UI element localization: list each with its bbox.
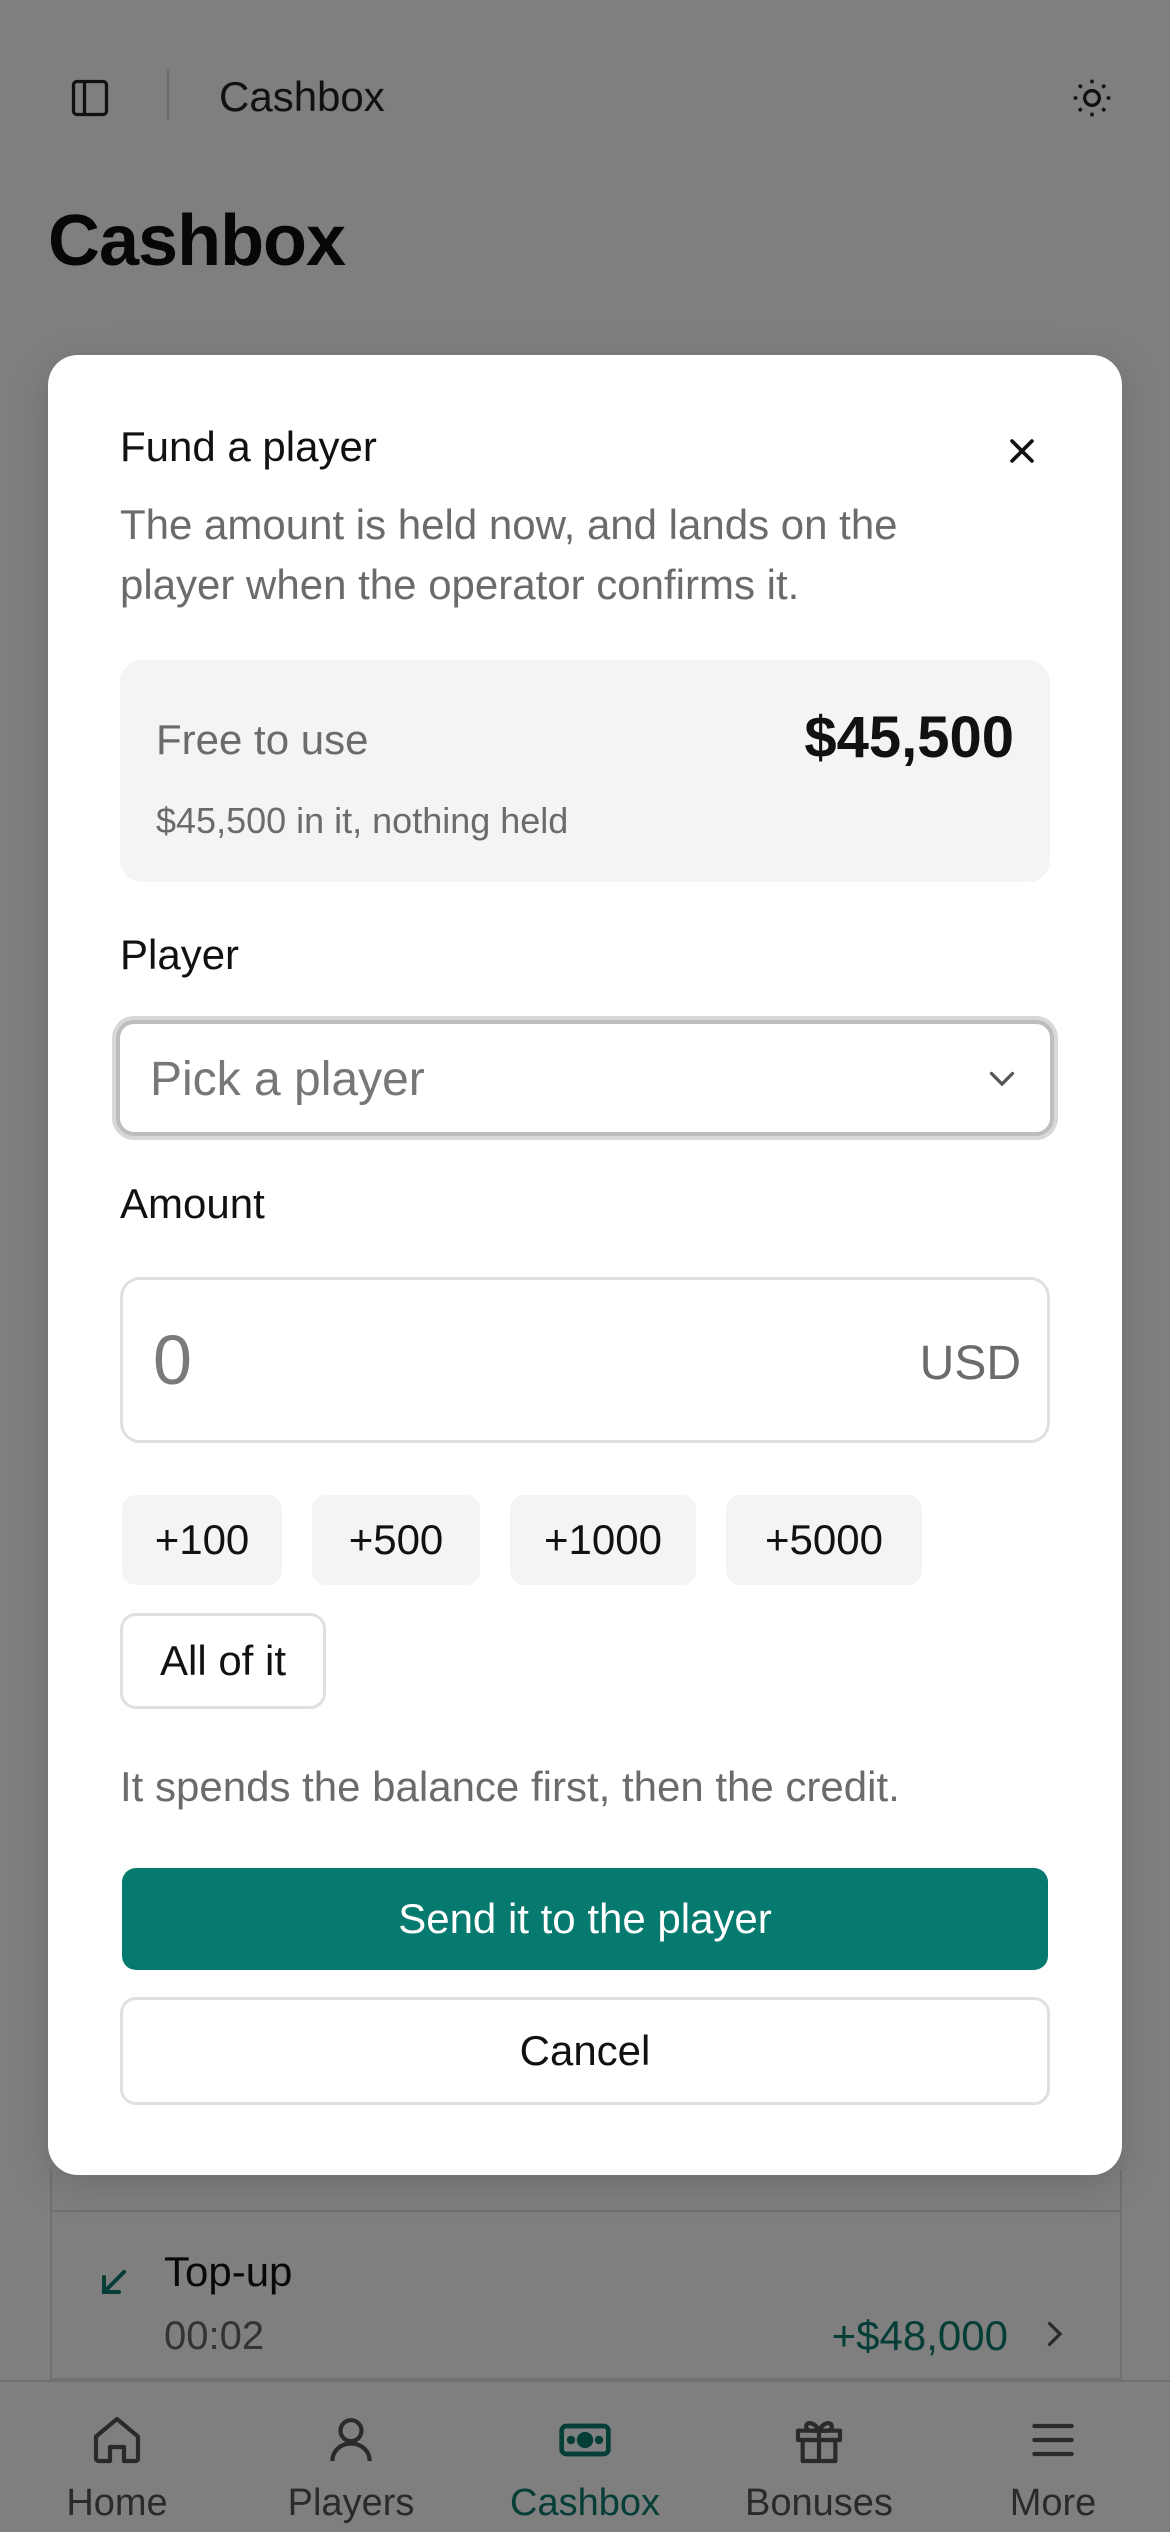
balance-label: Free to use — [156, 716, 369, 763]
balance-subtext: $45,500 in it, nothing held — [156, 800, 569, 841]
close-icon[interactable] — [1000, 429, 1044, 473]
dialog-description: The amount is held now, and lands on the… — [120, 501, 898, 608]
all-of-it-button[interactable]: All of it — [120, 1613, 326, 1709]
player-select-placeholder: Pick a player — [150, 1053, 425, 1106]
amount-input[interactable]: 0 USD — [120, 1277, 1050, 1443]
quick-amount-100-button[interactable]: +100 — [122, 1495, 282, 1585]
amount-value: 0 — [153, 1321, 192, 1399]
amount-label: Amount — [120, 1180, 265, 1227]
chevron-down-icon — [984, 1060, 1020, 1096]
currency-label: USD — [919, 1337, 1021, 1390]
spending-hint: It spends the balance first, then the cr… — [120, 1763, 900, 1810]
balance-value: $45,500 — [804, 705, 1014, 770]
dialog-title: Fund a player — [120, 423, 377, 470]
cancel-button[interactable]: Cancel — [120, 1997, 1050, 2105]
quick-amount-500-button[interactable]: +500 — [312, 1495, 480, 1585]
quick-amount-1000-button[interactable]: +1000 — [510, 1495, 696, 1585]
player-label: Player — [120, 931, 240, 978]
send-to-player-button[interactable]: Send it to the player — [122, 1868, 1048, 1970]
fund-player-dialog: Fund a player The amount is held now, an… — [48, 355, 1122, 2175]
balance-card: Free to use $45,500 $45,500 in it, nothi… — [120, 660, 1050, 882]
player-select[interactable]: Pick a player — [116, 1020, 1054, 1136]
quick-amount-5000-button[interactable]: +5000 — [726, 1495, 922, 1585]
